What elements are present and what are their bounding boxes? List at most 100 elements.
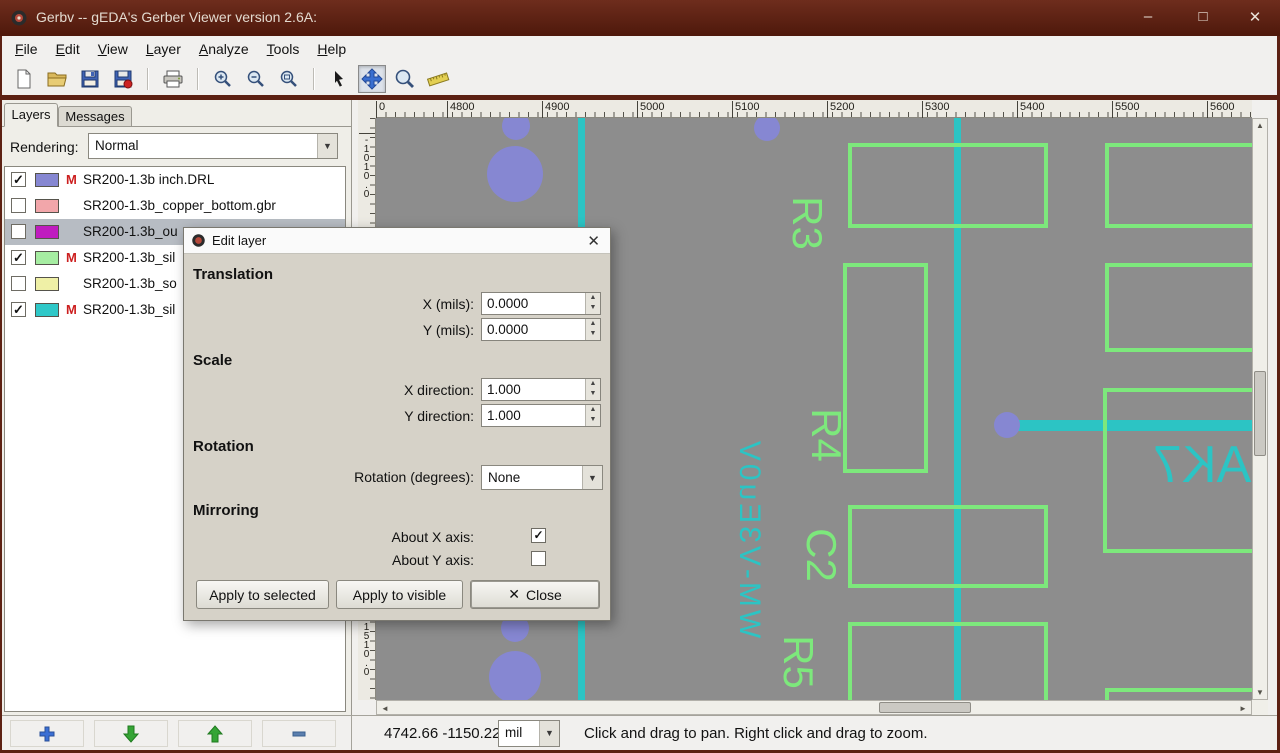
ruler-label: -1010.0 <box>359 133 375 198</box>
layer-visibility-checkbox[interactable] <box>11 198 26 213</box>
rotation-dropdown[interactable]: None ▼ <box>481 465 603 490</box>
horizontal-scrollbar[interactable]: ◄ ► <box>376 700 1252 715</box>
new-project-button[interactable] <box>10 65 38 93</box>
silkscreen-label: C2 <box>797 528 845 582</box>
layer-visibility-checkbox[interactable] <box>11 224 26 239</box>
rendering-dropdown[interactable]: Normal ▼ <box>88 133 338 159</box>
move-layer-down-button[interactable] <box>94 720 168 747</box>
close-dialog-button[interactable]: ✕ Close <box>470 580 600 609</box>
horizontal-scrollbar-thumb[interactable] <box>879 702 971 713</box>
spin-up-icon[interactable]: ▲ <box>586 319 600 329</box>
scroll-right-icon[interactable]: ► <box>1236 704 1250 713</box>
remove-layer-button[interactable] <box>262 720 336 747</box>
close-button[interactable]: ✕ <box>1240 8 1270 26</box>
menu-edit[interactable]: Edit <box>47 38 89 60</box>
spinner-buttons[interactable]: ▲ ▼ <box>585 293 600 314</box>
toolbar-separator <box>313 67 315 90</box>
spin-down-icon[interactable]: ▼ <box>586 415 600 425</box>
layer-row[interactable]: SR200-1.3b_copper_bottom.gbr <box>5 193 345 219</box>
silkscreen-rect <box>848 505 1048 588</box>
rendering-value: Normal <box>95 138 139 153</box>
vertical-scrollbar-thumb[interactable] <box>1254 371 1266 456</box>
chevron-down-icon[interactable]: ▼ <box>317 134 337 158</box>
add-layer-button[interactable] <box>10 720 84 747</box>
layer-color-swatch[interactable] <box>35 199 59 213</box>
layer-color-swatch[interactable] <box>35 173 59 187</box>
spin-up-icon[interactable]: ▲ <box>586 405 600 415</box>
layer-color-swatch[interactable] <box>35 303 59 317</box>
apply-to-visible-button[interactable]: Apply to visible <box>336 580 463 609</box>
print-button[interactable] <box>159 65 187 93</box>
units-dropdown[interactable]: mil ▼ <box>498 720 560 747</box>
chevron-down-icon[interactable]: ▼ <box>582 466 602 489</box>
spinner-buttons[interactable]: ▲ ▼ <box>585 379 600 400</box>
translation-x-input[interactable]: 0.0000 ▲ ▼ <box>481 292 601 315</box>
chevron-down-icon[interactable]: ▼ <box>539 721 559 746</box>
window-title: Gerbv -- gEDA's Gerber Viewer version 2.… <box>36 9 317 25</box>
scale-y-input[interactable]: 1.000 ▲ ▼ <box>481 404 601 427</box>
spinner-buttons[interactable]: ▲ ▼ <box>585 405 600 426</box>
spin-down-icon[interactable]: ▼ <box>586 389 600 399</box>
save-layer-button[interactable] <box>109 65 137 93</box>
mirror-y-checkbox[interactable] <box>531 551 546 566</box>
gerbv-logo-icon <box>11 10 27 26</box>
zoom-in-icon <box>214 70 231 87</box>
layer-visibility-checkbox[interactable]: ✓ <box>11 302 26 317</box>
minus-icon <box>292 731 306 736</box>
menu-tools[interactable]: Tools <box>258 38 309 60</box>
layer-color-swatch[interactable] <box>35 225 59 239</box>
tab-messages[interactable]: Messages <box>58 106 132 127</box>
pointer-tool-button[interactable] <box>325 65 353 93</box>
titlebar[interactable]: Gerbv -- gEDA's Gerber Viewer version 2.… <box>0 0 1280 36</box>
layer-color-swatch[interactable] <box>35 277 59 291</box>
cursor-coordinates: 4742.66 -1150.22 <box>384 725 501 742</box>
translation-y-input[interactable]: 0.0000 ▲ ▼ <box>481 318 601 341</box>
save-project-button[interactable] <box>76 65 104 93</box>
scroll-up-icon[interactable]: ▲ <box>1253 121 1267 130</box>
tab-layers[interactable]: Layers <box>4 103 58 127</box>
minimize-button[interactable]: – <box>1133 8 1163 25</box>
apply-to-selected-button[interactable]: Apply to selected <box>196 580 329 609</box>
dialog-titlebar[interactable]: Edit layer ✕ <box>184 228 610 254</box>
menu-layer[interactable]: Layer <box>137 38 190 60</box>
menu-analyze[interactable]: Analyze <box>190 38 258 60</box>
toolbar-separator <box>197 67 199 90</box>
spin-down-icon[interactable]: ▼ <box>586 303 600 313</box>
layer-color-swatch[interactable] <box>35 251 59 265</box>
scroll-left-icon[interactable]: ◄ <box>378 704 392 713</box>
dialog-icon <box>191 233 206 253</box>
silkscreen-label: R3 <box>783 196 831 250</box>
layer-name: SR200-1.3b_sil <box>83 250 176 265</box>
bottom-bar: 4742.66 -1150.22 mil ▼ Click and drag to… <box>0 715 1280 751</box>
translation-x-label: X (mils): <box>422 296 474 312</box>
spin-up-icon[interactable]: ▲ <box>586 379 600 389</box>
zoom-tool-button[interactable] <box>391 65 419 93</box>
zoom-in-button[interactable] <box>209 65 237 93</box>
spinner-buttons[interactable]: ▲ ▼ <box>585 319 600 340</box>
measure-tool-button[interactable] <box>424 65 452 93</box>
zoom-out-button[interactable] <box>242 65 270 93</box>
vertical-scrollbar[interactable]: ▲ ▼ <box>1252 118 1268 700</box>
menu-view[interactable]: View <box>89 38 137 60</box>
zoom-fit-button[interactable] <box>275 65 303 93</box>
layer-visibility-checkbox[interactable]: ✓ <box>11 250 26 265</box>
menu-file[interactable]: File <box>6 38 47 60</box>
pan-tool-button[interactable] <box>358 64 386 93</box>
spin-up-icon[interactable]: ▲ <box>586 293 600 303</box>
dialog-close-icon[interactable]: ✕ <box>587 232 600 250</box>
ruler-label: 5200 <box>827 101 854 118</box>
layer-row[interactable]: ✓ M SR200-1.3b inch.DRL <box>5 167 345 193</box>
scale-x-input[interactable]: 1.000 ▲ ▼ <box>481 378 601 401</box>
translation-y-value: 0.0000 <box>487 322 529 337</box>
open-project-button[interactable] <box>43 65 71 93</box>
mirror-x-checkbox[interactable]: ✓ <box>531 528 546 543</box>
scroll-down-icon[interactable]: ▼ <box>1253 688 1267 697</box>
printer-icon <box>163 70 183 87</box>
menu-help[interactable]: Help <box>308 38 355 60</box>
move-layer-up-button[interactable] <box>178 720 252 747</box>
maximize-button[interactable]: □ <box>1188 8 1218 25</box>
layer-visibility-checkbox[interactable]: ✓ <box>11 172 26 187</box>
spin-down-icon[interactable]: ▼ <box>586 329 600 339</box>
layer-visibility-checkbox[interactable] <box>11 276 26 291</box>
layer-modified-flag: M <box>66 302 77 317</box>
